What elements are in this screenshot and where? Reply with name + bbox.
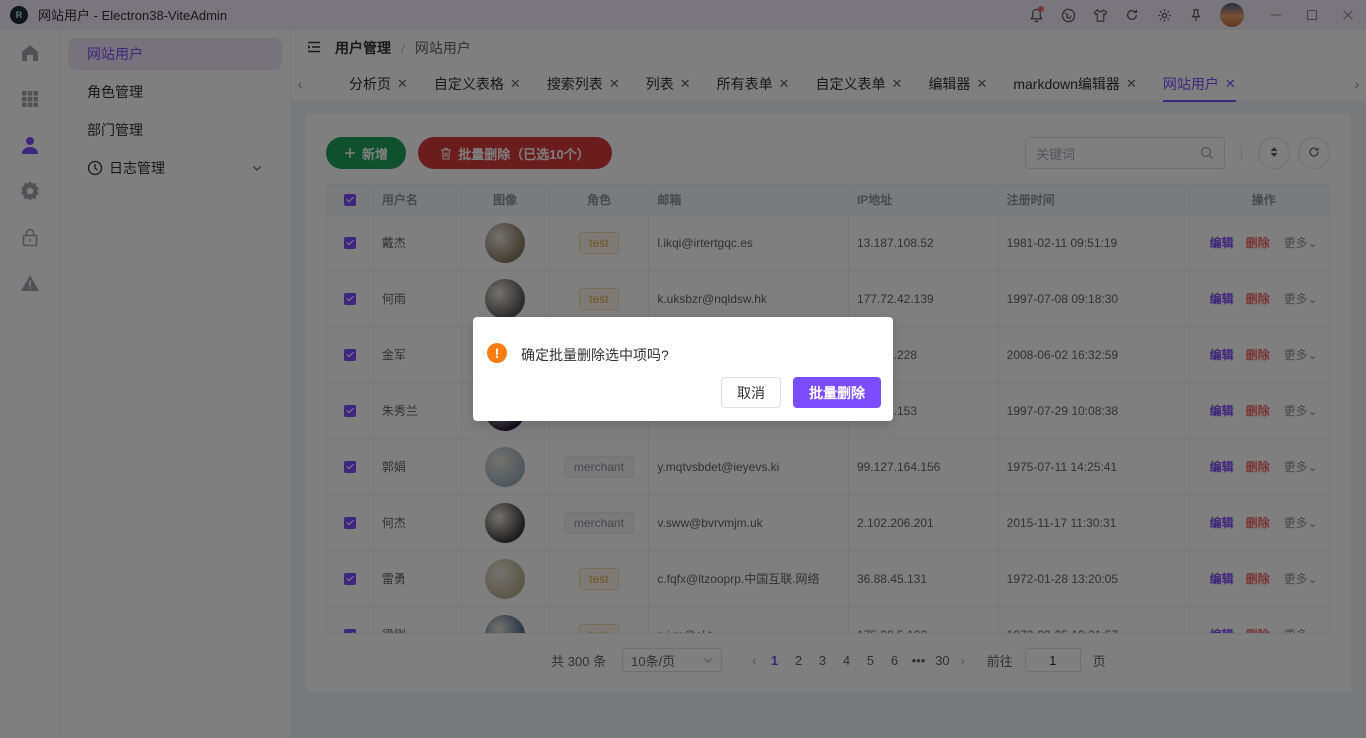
confirm-dialog: ! 确定批量删除选中项吗? 取消 批量删除 [473, 317, 893, 421]
cancel-button[interactable]: 取消 [721, 377, 781, 408]
warning-icon: ! [487, 343, 507, 363]
dialog-message: 确定批量删除选中项吗? [521, 347, 669, 363]
confirm-batch-delete-button[interactable]: 批量删除 [793, 377, 881, 408]
